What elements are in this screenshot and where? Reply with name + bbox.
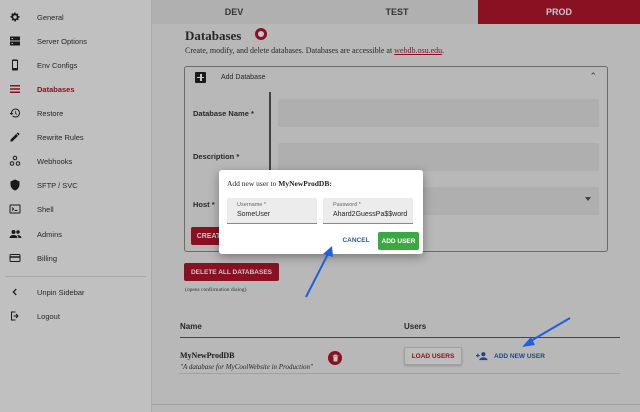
add-user-dialog: Add new user to MyNewProdDB: Username * … — [219, 170, 423, 254]
password-value: Ahard2GuessPa$$word — [333, 211, 408, 218]
dialog-title: Add new user to MyNewProdDB: — [227, 179, 332, 188]
password-label: Password * — [333, 202, 361, 208]
username-field[interactable]: Username * SomeUser — [227, 198, 317, 224]
username-label: Username * — [237, 202, 267, 208]
password-field[interactable]: Password * Ahard2GuessPa$$word — [323, 198, 413, 224]
username-value: SomeUser — [237, 211, 271, 218]
cancel-button[interactable]: CANCEL — [340, 233, 372, 247]
add-user-button[interactable]: ADD USER — [378, 232, 419, 250]
